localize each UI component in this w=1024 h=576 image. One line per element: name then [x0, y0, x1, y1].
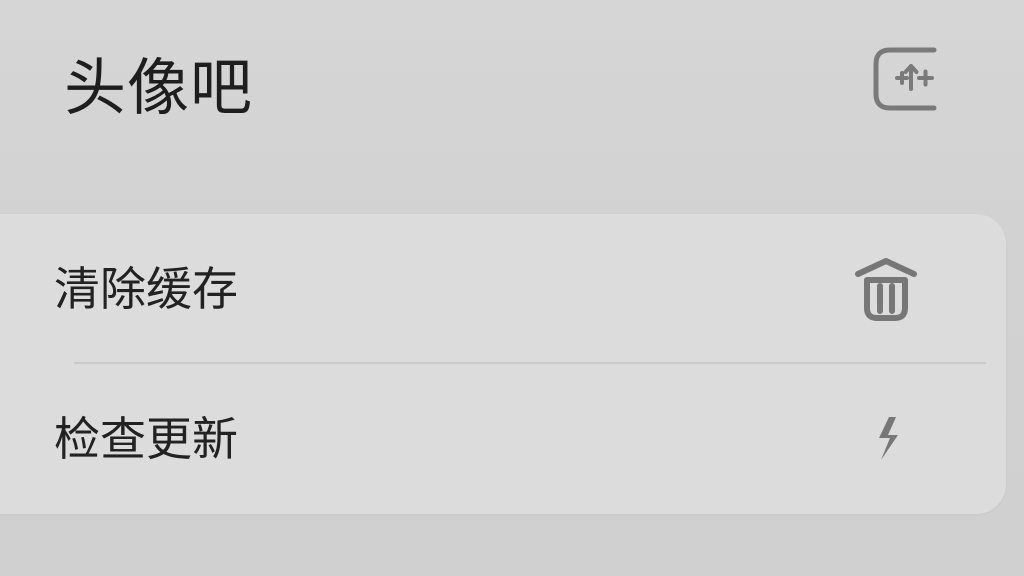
lightning-icon — [850, 402, 922, 474]
check-update-row[interactable]: 检查更新 — [0, 364, 1006, 512]
add-frame-icon — [873, 47, 937, 111]
settings-screen: 头像吧 清除缓存 检查更新 — [0, 0, 1024, 576]
settings-card: 清除缓存 检查更新 — [0, 214, 1006, 514]
add-frame-button[interactable] — [864, 38, 948, 122]
header: 头像吧 — [0, 0, 1024, 180]
page-title: 头像吧 — [64, 51, 254, 124]
clear-cache-row[interactable]: 清除缓存 — [0, 214, 1006, 362]
trash-icon — [850, 252, 922, 324]
check-update-label: 检查更新 — [54, 412, 238, 466]
clear-cache-label: 清除缓存 — [54, 262, 238, 316]
